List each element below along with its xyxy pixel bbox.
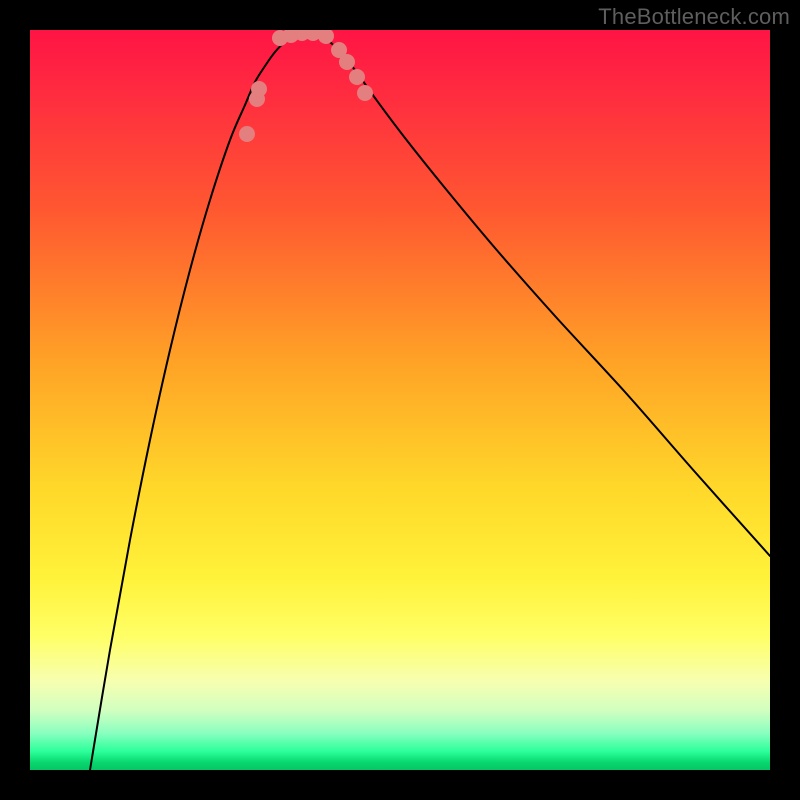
marker-dot (305, 30, 321, 41)
chart-frame: TheBottleneck.com (0, 0, 800, 800)
plot-area (30, 30, 770, 770)
watermark-text: TheBottleneck.com (598, 4, 790, 30)
marker-dot (339, 54, 355, 70)
curve-left-path (90, 31, 309, 770)
curve-right-path (309, 31, 770, 556)
markers-group (239, 30, 373, 142)
curve-svg (30, 30, 770, 770)
marker-dot (251, 81, 267, 97)
marker-dot (239, 126, 255, 142)
marker-dot (249, 91, 265, 107)
marker-dot (272, 30, 288, 46)
marker-dot (294, 30, 310, 41)
marker-dot (331, 42, 347, 58)
marker-dot (357, 85, 373, 101)
marker-dot (318, 30, 334, 44)
marker-dot (349, 69, 365, 85)
marker-dot (283, 30, 299, 43)
